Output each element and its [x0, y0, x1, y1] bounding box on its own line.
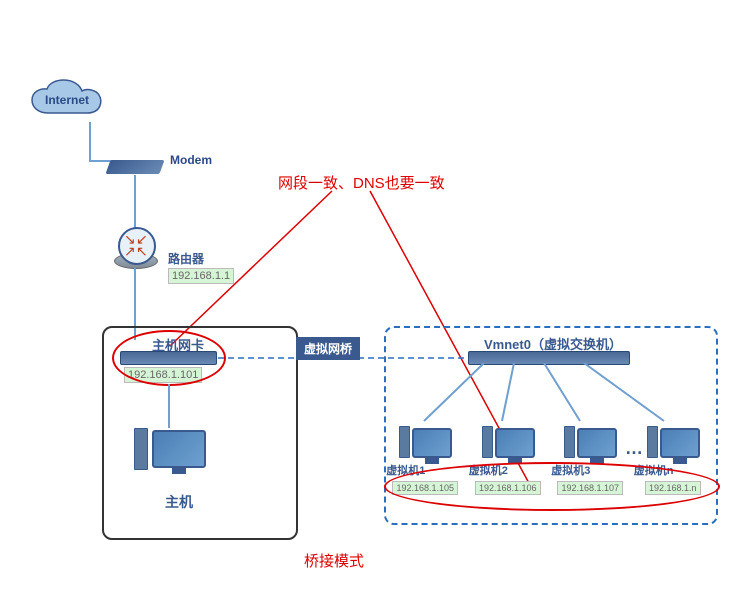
wire-nic-pc — [168, 384, 170, 428]
bridge-label: 虚拟网桥 — [296, 337, 360, 360]
modem-icon — [105, 160, 164, 174]
annotation-text: 网段一致、DNS也要一致 — [278, 172, 445, 193]
router-ip: 192.168.1.1 — [168, 268, 234, 284]
host-nic-red-oval — [112, 330, 226, 386]
wire-cloud-modem — [89, 122, 91, 160]
router-label: 路由器 — [168, 250, 204, 267]
ellipsis: … — [625, 438, 645, 459]
vswitch-icon — [468, 351, 630, 365]
router-icon: ↘ ↙ ↗ ↖ — [118, 227, 156, 265]
vm-red-oval — [384, 462, 720, 511]
internet-label: Internet — [45, 93, 89, 107]
host-label: 主机 — [165, 492, 193, 512]
bottom-caption: 桥接模式 — [304, 550, 364, 571]
modem-label: Modem — [170, 153, 212, 167]
